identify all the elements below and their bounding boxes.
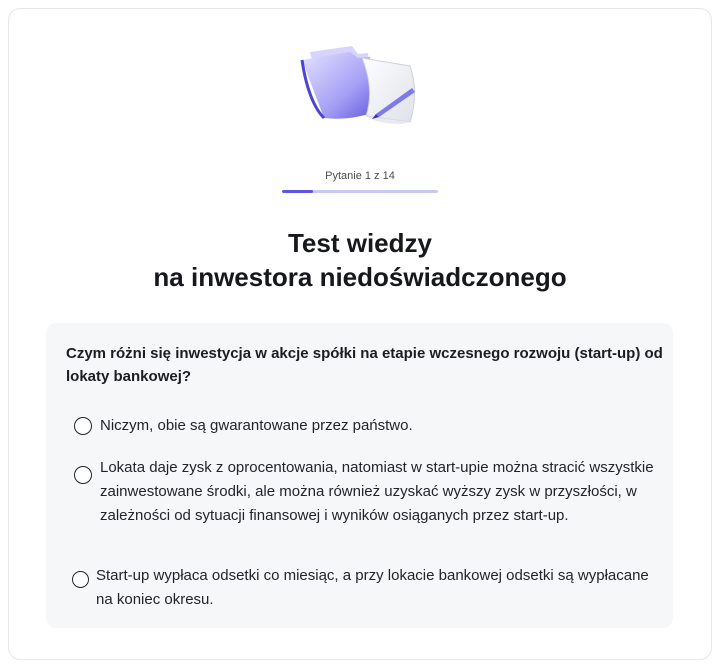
radio-button[interactable] <box>74 466 92 484</box>
page-title-line-1: Test wiedzy <box>287 228 432 258</box>
radio-button[interactable] <box>72 571 89 588</box>
question-panel: Czym różni się inwestycja w akcje spółki… <box>46 323 673 628</box>
progress-bar-fill <box>282 190 314 193</box>
answer-option-label: Niczym, obie są gwarantowane przez państ… <box>100 417 413 434</box>
question-text: Czym różni się inwestycja w akcje spółki… <box>66 345 663 385</box>
page-title-line-2: na inwestora niedoświadczonego <box>153 262 567 292</box>
answer-option-2[interactable]: Lokata daje zysk z oprocentowania, natom… <box>74 456 654 528</box>
answer-option-3[interactable]: Start-up wypłaca odsetki co miesiąc, a p… <box>72 564 652 612</box>
answer-option-1[interactable]: Niczym, obie są gwarantowane przez państ… <box>74 414 654 438</box>
folder-document-pen-icon <box>292 38 428 128</box>
answer-option-label: Start-up wypłaca odsetki co miesiąc, a p… <box>96 567 649 608</box>
answer-option-label: Lokata daje zysk z oprocentowania, natom… <box>100 459 654 524</box>
radio-button[interactable] <box>74 417 92 435</box>
page-title: Test wiedzy na inwestora niedoświadczone… <box>0 226 720 294</box>
progress-bar <box>282 190 438 193</box>
question-counter: Pytanie 1 z 14 <box>325 170 395 182</box>
